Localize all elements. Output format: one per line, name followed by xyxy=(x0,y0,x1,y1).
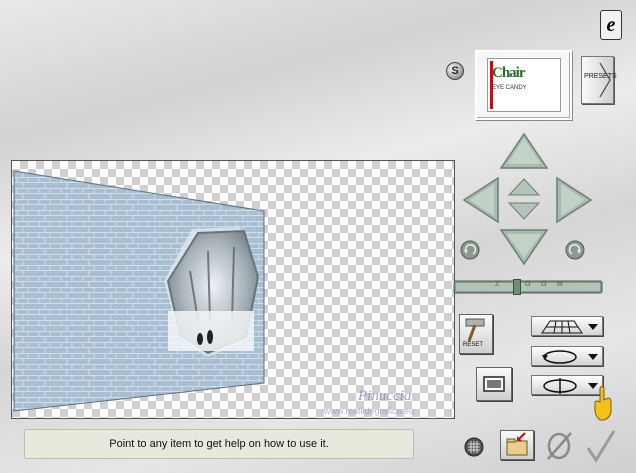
eye-candy-logo-icon: e xyxy=(600,10,622,40)
chevron-right-icon xyxy=(599,62,611,98)
zoom-tick-4: M xyxy=(557,281,563,288)
preset-preview[interactable]: Chair EYE CANDY xyxy=(475,50,572,120)
hammer-icon xyxy=(465,318,485,342)
arrow-right-icon[interactable] xyxy=(555,176,593,224)
open-folder-button[interactable] xyxy=(500,430,534,460)
nudge-down-icon[interactable] xyxy=(508,202,540,220)
rotate-horizontal-icon xyxy=(542,350,598,364)
arrow-up-icon[interactable] xyxy=(499,132,549,170)
watermark-title: Pinuccia xyxy=(358,388,412,404)
zoom-tick-2: O xyxy=(525,281,531,288)
frame-icon xyxy=(483,376,505,392)
wall-preview-image xyxy=(13,170,265,412)
rotate-left-icon[interactable] xyxy=(460,240,480,260)
zoom-thumb[interactable] xyxy=(512,279,521,295)
thumbnail-title: Chair xyxy=(492,65,525,81)
help-text: Point to any item to get help on how to … xyxy=(109,438,329,450)
rotate-horizontal-button[interactable] xyxy=(531,346,603,366)
checkmark-icon[interactable] xyxy=(584,428,618,464)
thumbnail-subtitle: EYE CANDY xyxy=(492,85,527,91)
reset-button[interactable]: RESET xyxy=(459,314,493,354)
presets-button[interactable]: PRESETS xyxy=(581,56,617,104)
perspective-grid-button[interactable] xyxy=(531,316,603,336)
zoom-tick-1: Z xyxy=(495,281,500,288)
arrow-down-icon[interactable] xyxy=(499,228,549,266)
reset-label: RESET xyxy=(463,342,484,348)
rotate-right-icon[interactable] xyxy=(565,240,585,260)
s-button[interactable]: S xyxy=(446,62,464,80)
zoom-slider[interactable]: Z O O M xyxy=(453,277,603,297)
grid-icon[interactable] xyxy=(464,437,484,457)
preset-thumbnail: Chair EYE CANDY xyxy=(487,58,561,112)
help-status-bar: Point to any item to get help on how to … xyxy=(24,429,414,459)
frame-toggle-button[interactable] xyxy=(476,367,512,401)
watermark-subtitle: www.matildegrafica.eu xyxy=(324,406,415,416)
cancel-icon[interactable] xyxy=(545,430,575,462)
hand-pointer-icon xyxy=(594,386,612,421)
preview-canvas[interactable] xyxy=(11,160,455,419)
perspective-grid-icon xyxy=(541,320,598,334)
arrow-left-icon[interactable] xyxy=(462,176,500,224)
nudge-up-icon[interactable] xyxy=(508,178,540,196)
folder-open-icon xyxy=(506,432,528,456)
zoom-tick-3: O xyxy=(541,281,547,288)
